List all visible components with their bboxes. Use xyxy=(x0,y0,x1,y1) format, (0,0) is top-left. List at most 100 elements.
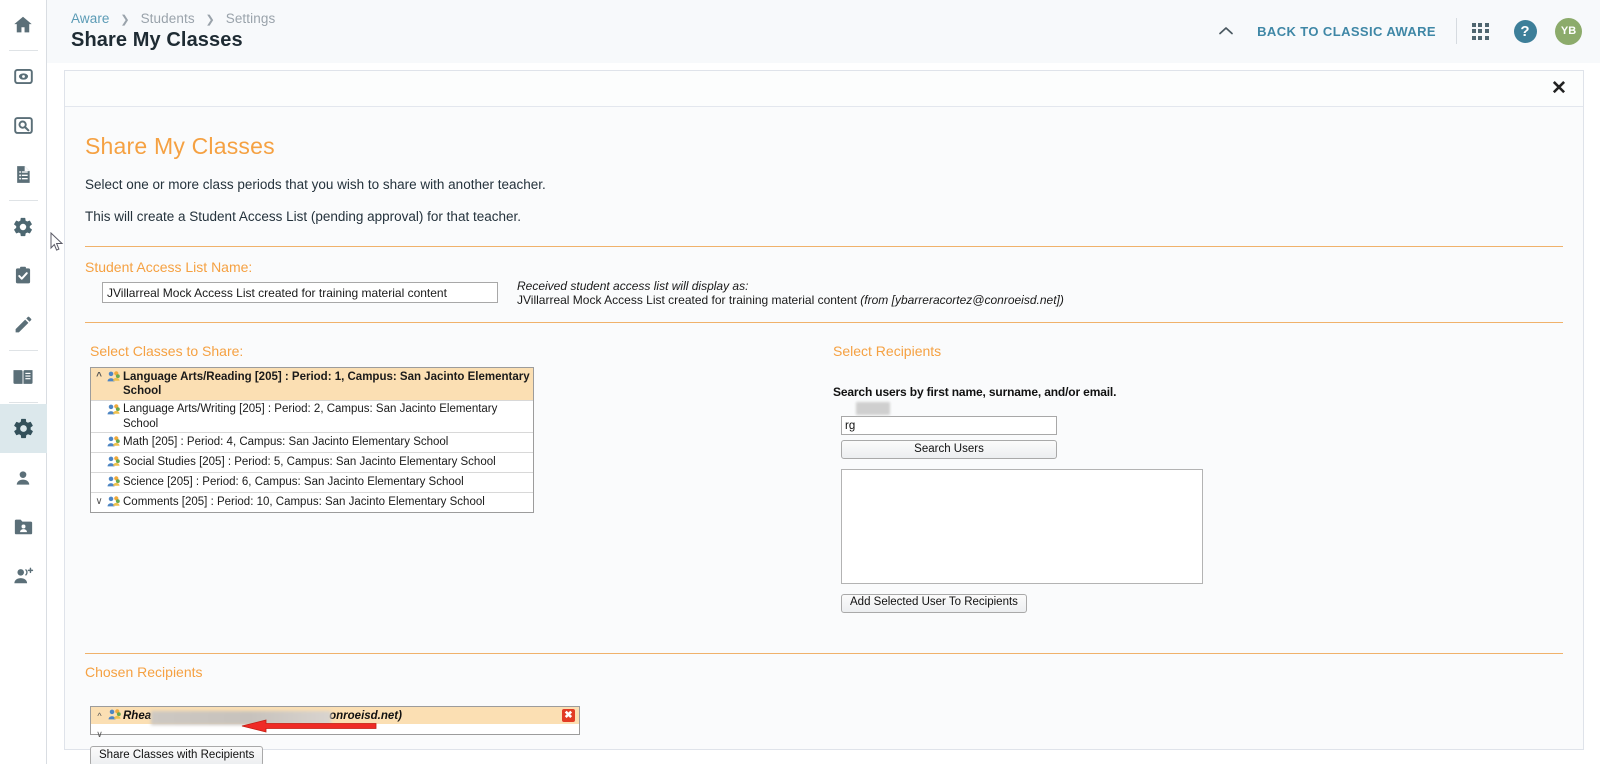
display-as-preview: Received student access list will displa… xyxy=(517,280,1064,308)
selection-columns: Select Classes to Share: ^ Language Arts/… xyxy=(85,343,1563,643)
sidebar-item-reports[interactable] xyxy=(0,150,47,199)
search-users-button[interactable]: Search Users xyxy=(841,440,1057,459)
panel-body: Share My Classes Select one or more clas… xyxy=(65,133,1583,764)
rail-divider xyxy=(9,402,38,403)
breadcrumb-separator: ❯ xyxy=(206,14,215,26)
student-access-list-name-input[interactable] xyxy=(102,282,498,303)
chevron-up-icon[interactable]: ^ xyxy=(91,369,107,384)
recipients-column: Select Recipients Search users by first … xyxy=(833,343,1253,613)
rail-divider xyxy=(9,350,38,351)
apps-grid-icon[interactable] xyxy=(1457,14,1503,48)
sidebar-item-edit[interactable] xyxy=(0,300,47,349)
class-group-icon xyxy=(107,434,122,451)
pencil-icon xyxy=(13,314,34,335)
remove-recipient-button[interactable]: ✖ xyxy=(562,709,575,722)
sidebar-item-search[interactable] xyxy=(0,101,47,150)
add-selected-user-button[interactable]: Add Selected User To Recipients xyxy=(841,594,1027,613)
select-classes-title: Select Classes to Share: xyxy=(90,343,1563,359)
left-nav-rail xyxy=(0,0,47,764)
class-list-row[interactable]: Language Arts/Writing [205] : Period: 2,… xyxy=(91,401,533,434)
class-list-row[interactable]: Math [205] : Period: 4, Campus: San Jaci… xyxy=(91,433,533,453)
sidebar-item-monitor[interactable] xyxy=(0,52,47,101)
sidebar-item-tests[interactable] xyxy=(0,251,47,300)
chosen-recipients-title: Chosen Recipients xyxy=(85,664,1563,680)
display-as-caption: Received student access list will displa… xyxy=(517,280,1064,294)
breadcrumb-item-students[interactable]: Students xyxy=(141,11,195,26)
breadcrumb-item-aware[interactable]: Aware xyxy=(71,11,110,26)
folder-user-icon xyxy=(13,517,34,536)
close-icon[interactable]: ✕ xyxy=(1546,75,1572,101)
class-list-row[interactable]: Science [205] : Period: 6, Campus: San J… xyxy=(91,473,533,493)
section-divider xyxy=(85,246,1563,247)
search-help-text: Search users by first name, surname, and… xyxy=(833,385,1253,399)
header-actions: BACK TO CLASSIC AWARE ? YB xyxy=(1209,12,1590,50)
class-list-row-label: Language Arts/Writing [205] : Period: 2,… xyxy=(123,402,531,432)
chosen-recipients-section: Chosen Recipients ^Rheaonroeisd.net)✖∨ S… xyxy=(85,653,1563,764)
class-list[interactable]: ^ Language Arts/Reading [205] : Period: 1… xyxy=(90,367,534,513)
home-icon xyxy=(12,14,34,36)
user-icon xyxy=(13,468,33,488)
section-divider xyxy=(85,322,1563,323)
gear-icon xyxy=(12,417,35,440)
display-as-from: (from [ybarreracortez@conroeisd.net]) xyxy=(860,293,1064,307)
share-classes-button[interactable]: Share Classes with Recipients xyxy=(90,746,263,764)
help-icon[interactable]: ? xyxy=(1503,14,1547,48)
breadcrumb: Aware ❯ Students ❯ Settings xyxy=(71,11,275,26)
sidebar-item-settings[interactable] xyxy=(0,202,47,251)
student-access-list-name-label: Student Access List Name: xyxy=(85,259,1563,275)
sidebar-item-home[interactable] xyxy=(0,0,47,49)
recipient-group-icon xyxy=(108,707,123,724)
share-my-classes-panel: ✕ Share My Classes Select one or more cl… xyxy=(64,70,1584,750)
search-input[interactable] xyxy=(841,416,1057,435)
sidebar-item-curriculum[interactable] xyxy=(0,352,47,401)
class-list-row-label: Social Studies [205] : Period: 5, Campus… xyxy=(123,454,531,469)
app-root: Aware ❯ Students ❯ Settings Share My Cla… xyxy=(0,0,1600,764)
class-group-icon xyxy=(107,454,122,471)
help-glyph: ? xyxy=(1514,20,1537,43)
search-results-listbox[interactable] xyxy=(841,469,1203,584)
class-list-row-label: Comments [205] : Period: 10, Campus: San… xyxy=(123,494,531,509)
select-recipients-title: Select Recipients xyxy=(833,343,1253,359)
row-scroll-arrows[interactable]: ^ xyxy=(91,712,108,720)
sidebar-item-admin-settings[interactable] xyxy=(0,404,47,453)
chevron-down-icon[interactable]: ∨ xyxy=(91,729,108,739)
mouse-cursor xyxy=(50,232,64,252)
class-list-row[interactable]: Social Studies [205] : Period: 5, Campus… xyxy=(91,453,533,473)
chevron-up-icon[interactable]: ^ xyxy=(97,712,101,720)
page-title: Share My Classes xyxy=(71,29,243,52)
breadcrumb-item-settings[interactable]: Settings xyxy=(226,11,276,26)
class-list-row[interactable]: ^ Language Arts/Reading [205] : Period: 1… xyxy=(91,368,533,401)
rail-divider xyxy=(9,50,38,51)
apps-grid-dots xyxy=(1472,23,1489,40)
redaction-overlay xyxy=(856,402,890,415)
eye-monitor-icon xyxy=(13,66,34,87)
class-list-row[interactable]: ∨ Comments [205] : Period: 10, Campus: Sa… xyxy=(91,493,533,512)
rail-divider xyxy=(9,200,38,201)
class-group-icon xyxy=(107,494,122,511)
sidebar-item-share-users[interactable] xyxy=(0,551,47,600)
search-icon xyxy=(13,115,34,136)
chevron-up-icon[interactable] xyxy=(1209,14,1243,48)
open-book-icon xyxy=(12,367,34,387)
panel-topbar: ✕ xyxy=(65,71,1583,107)
class-group-icon xyxy=(107,474,122,491)
sidebar-item-student-folder[interactable] xyxy=(0,502,47,551)
intro-line-2: This will create a Student Access List (… xyxy=(85,209,1563,224)
class-list-row-label: Language Arts/Reading [205] : Period: 1,… xyxy=(123,369,531,399)
breadcrumb-separator: ❯ xyxy=(120,14,129,26)
search-input-wrapper xyxy=(833,399,1057,435)
back-to-classic-aware-link[interactable]: BACK TO CLASSIC AWARE xyxy=(1243,24,1456,39)
report-document-icon xyxy=(13,164,33,185)
class-group-icon xyxy=(107,369,122,386)
add-person-icon xyxy=(12,566,34,586)
sidebar-item-user[interactable] xyxy=(0,453,47,502)
class-list-row-label: Science [205] : Period: 6, Campus: San J… xyxy=(123,474,531,489)
display-as-line: JVillarreal Mock Access List created for… xyxy=(517,294,1064,308)
chevron-down-icon[interactable]: ∨ xyxy=(91,494,107,509)
gear-icon xyxy=(12,216,34,238)
class-list-row-label: Math [205] : Period: 4, Campus: San Jaci… xyxy=(123,434,531,449)
avatar[interactable]: YB xyxy=(1555,18,1582,45)
panel-heading: Share My Classes xyxy=(85,133,1563,160)
display-as-value: JVillarreal Mock Access List created for… xyxy=(517,293,857,307)
annotation-arrow xyxy=(238,716,378,736)
